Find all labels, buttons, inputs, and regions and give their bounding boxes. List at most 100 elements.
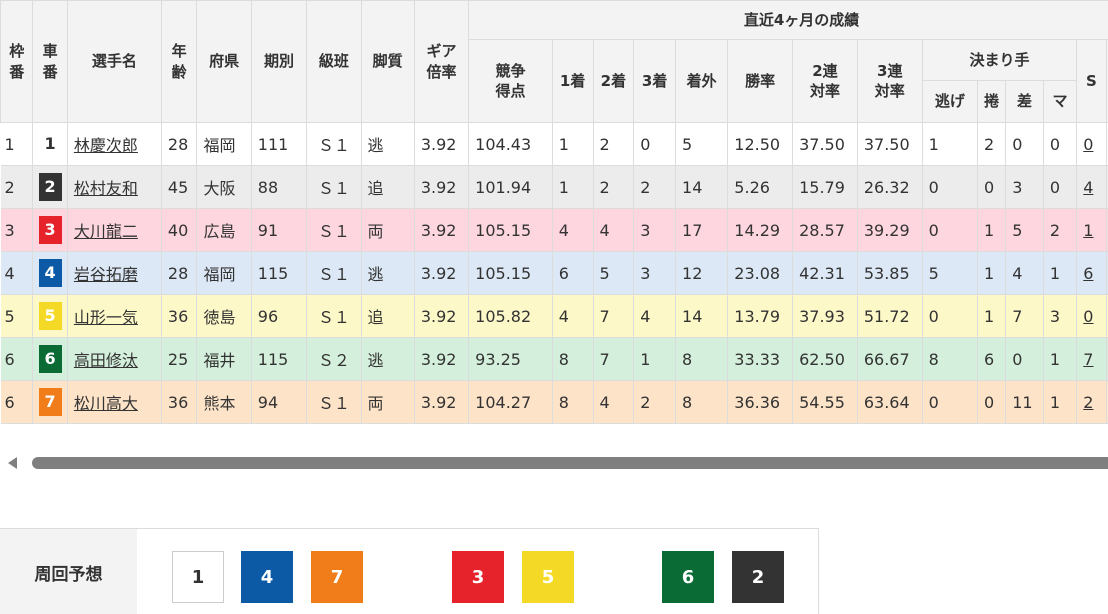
car-number-badge: 3 — [38, 216, 62, 244]
cell-gear: 3.92 — [414, 294, 470, 338]
horizontal-scrollbar[interactable] — [0, 446, 1108, 480]
cell-out: 14 — [675, 165, 729, 209]
cell-racer-name: 林慶次郎 — [67, 122, 162, 166]
cell-trio-rate: 63.64 — [857, 380, 923, 424]
racer-name-link[interactable]: 大川龍二 — [74, 222, 138, 241]
cell-car-number: 6 — [32, 337, 68, 381]
cell-racer-name: 岩谷拓磨 — [67, 251, 162, 295]
cell-second: 7 — [593, 337, 635, 381]
cell-car-number: 4 — [32, 251, 68, 295]
cell-score: 105.15 — [468, 208, 553, 252]
cell-mark: 3 — [1043, 294, 1078, 338]
cell-win-rate: 5.26 — [727, 165, 794, 209]
start-count-link[interactable]: 0 — [1083, 307, 1093, 326]
cell-s: 2 — [1076, 380, 1107, 424]
start-count-link[interactable]: 1 — [1083, 221, 1093, 240]
cell-gear: 3.92 — [414, 380, 470, 424]
cell-makuri: 0 — [977, 165, 1007, 209]
header-age: 年 齢 — [160, 0, 198, 123]
header-nige: 逃げ — [921, 80, 979, 123]
cell-trio-rate: 37.50 — [857, 122, 923, 166]
entry-table: 枠 番 車 番 選手名 年 齢 府県 期別 級班 脚質 ギア 倍率 直近4ヶ月の… — [0, 0, 1108, 424]
header-pref: 府県 — [196, 0, 252, 123]
cell-waku: 1 — [0, 122, 34, 166]
cell-car-number: 1 — [32, 122, 68, 166]
cell-quinella-rate: 37.50 — [792, 122, 858, 166]
prediction-car-box: 3 — [452, 551, 504, 603]
cell-racer-name: 松村友和 — [67, 165, 162, 209]
header-name: 選手名 — [66, 0, 162, 123]
start-count-link[interactable]: 4 — [1083, 178, 1093, 197]
cell-makuri: 1 — [977, 208, 1007, 252]
header-third: 3着 — [633, 39, 677, 123]
car-number-badge: 1 — [38, 130, 62, 158]
cell-gear: 3.92 — [414, 337, 470, 381]
table-row: 6 6 高田修汰 25 福井 115 Ｓ２ 逃 3.92 93.25 8 7 1 8 33.33 62.50 6… — [0, 337, 1108, 381]
cell-win-rate: 12.50 — [727, 122, 794, 166]
cell-age: 36 — [161, 380, 198, 424]
racer-name-link[interactable]: 高田修汰 — [74, 351, 138, 370]
cell-racer-name: 大川龍二 — [67, 208, 162, 252]
cell-sashi: 5 — [1005, 208, 1044, 252]
car-number-badge: 5 — [38, 302, 62, 330]
racer-name-link[interactable]: 松川高大 — [74, 394, 138, 413]
cell-car-number: 2 — [32, 165, 68, 209]
cell-quinella-rate: 15.79 — [792, 165, 858, 209]
cell-age: 28 — [161, 122, 198, 166]
table-row: 1 1 林慶次郎 28 福岡 111 Ｓ１ 逃 3.92 104.43 1 2 0 5 12.50 37.50… — [0, 122, 1108, 166]
cell-car-number: 5 — [32, 294, 68, 338]
cell-class: Ｓ１ — [306, 208, 362, 252]
cell-term: 88 — [251, 165, 308, 209]
cell-style: 逃 — [361, 337, 415, 381]
start-count-link[interactable]: 6 — [1083, 264, 1093, 283]
cell-win-rate: 33.33 — [727, 337, 794, 381]
racer-name-link[interactable]: 松村友和 — [74, 179, 138, 198]
racer-name-link[interactable]: 岩谷拓磨 — [74, 265, 138, 284]
header-sha: 車 番 — [32, 0, 68, 123]
cell-first: 4 — [552, 208, 594, 252]
cell-style: 両 — [361, 380, 415, 424]
cell-style: 逃 — [361, 251, 415, 295]
cell-sashi: 7 — [1005, 294, 1044, 338]
cell-quinella-rate: 54.55 — [792, 380, 858, 424]
cell-racer-name: 松川高大 — [67, 380, 162, 424]
cell-makuri: 0 — [977, 380, 1007, 424]
cell-racer-name: 高田修汰 — [67, 337, 162, 381]
cell-score: 105.82 — [468, 294, 553, 338]
cell-style: 追 — [361, 165, 415, 209]
scroll-left-arrow-icon[interactable] — [8, 457, 17, 469]
cell-waku: 5 — [0, 294, 34, 338]
header-gear: ギア 倍率 — [413, 0, 470, 123]
table-row: 4 4 岩谷拓磨 28 福岡 115 Ｓ１ 逃 3.92 105.15 6 5 3 12 23.08 42.3… — [0, 251, 1108, 295]
racer-name-link[interactable]: 林慶次郎 — [74, 136, 138, 155]
cell-score: 105.15 — [468, 251, 553, 295]
cell-nige: 0 — [922, 380, 979, 424]
header-class: 級班 — [306, 0, 362, 123]
car-number-badge: 6 — [38, 345, 62, 373]
start-count-link[interactable]: 0 — [1083, 135, 1093, 154]
table-row: 2 2 松村友和 45 大阪 88 Ｓ１ 追 3.92 101.94 1 2 2 14 5.26 15.79 2… — [0, 165, 1108, 209]
cell-trio-rate: 39.29 — [857, 208, 923, 252]
cell-score: 104.43 — [468, 122, 553, 166]
start-count-link[interactable]: 7 — [1083, 350, 1093, 369]
header-second: 2着 — [592, 39, 635, 123]
prediction-car-box: 5 — [522, 551, 574, 603]
header-waku: 枠 番 — [0, 0, 34, 123]
cell-first: 6 — [552, 251, 594, 295]
cell-mark: 0 — [1043, 165, 1078, 209]
cell-second: 5 — [593, 251, 635, 295]
cell-style: 両 — [361, 208, 415, 252]
cell-prefecture: 福岡 — [196, 251, 252, 295]
header-win-rate: 勝率 — [727, 39, 794, 123]
cell-s: 1 — [1076, 208, 1107, 252]
start-count-link[interactable]: 2 — [1083, 393, 1093, 412]
scrollbar-thumb[interactable] — [32, 457, 1108, 469]
cell-trio-rate: 26.32 — [857, 165, 923, 209]
cell-quinella-rate: 62.50 — [792, 337, 858, 381]
cell-third: 4 — [633, 294, 677, 338]
cell-quinella-rate: 42.31 — [792, 251, 858, 295]
racer-name-link[interactable]: 山形一気 — [74, 308, 138, 327]
cell-mark: 1 — [1043, 380, 1078, 424]
cell-mark: 1 — [1043, 337, 1078, 381]
cell-term: 96 — [251, 294, 308, 338]
